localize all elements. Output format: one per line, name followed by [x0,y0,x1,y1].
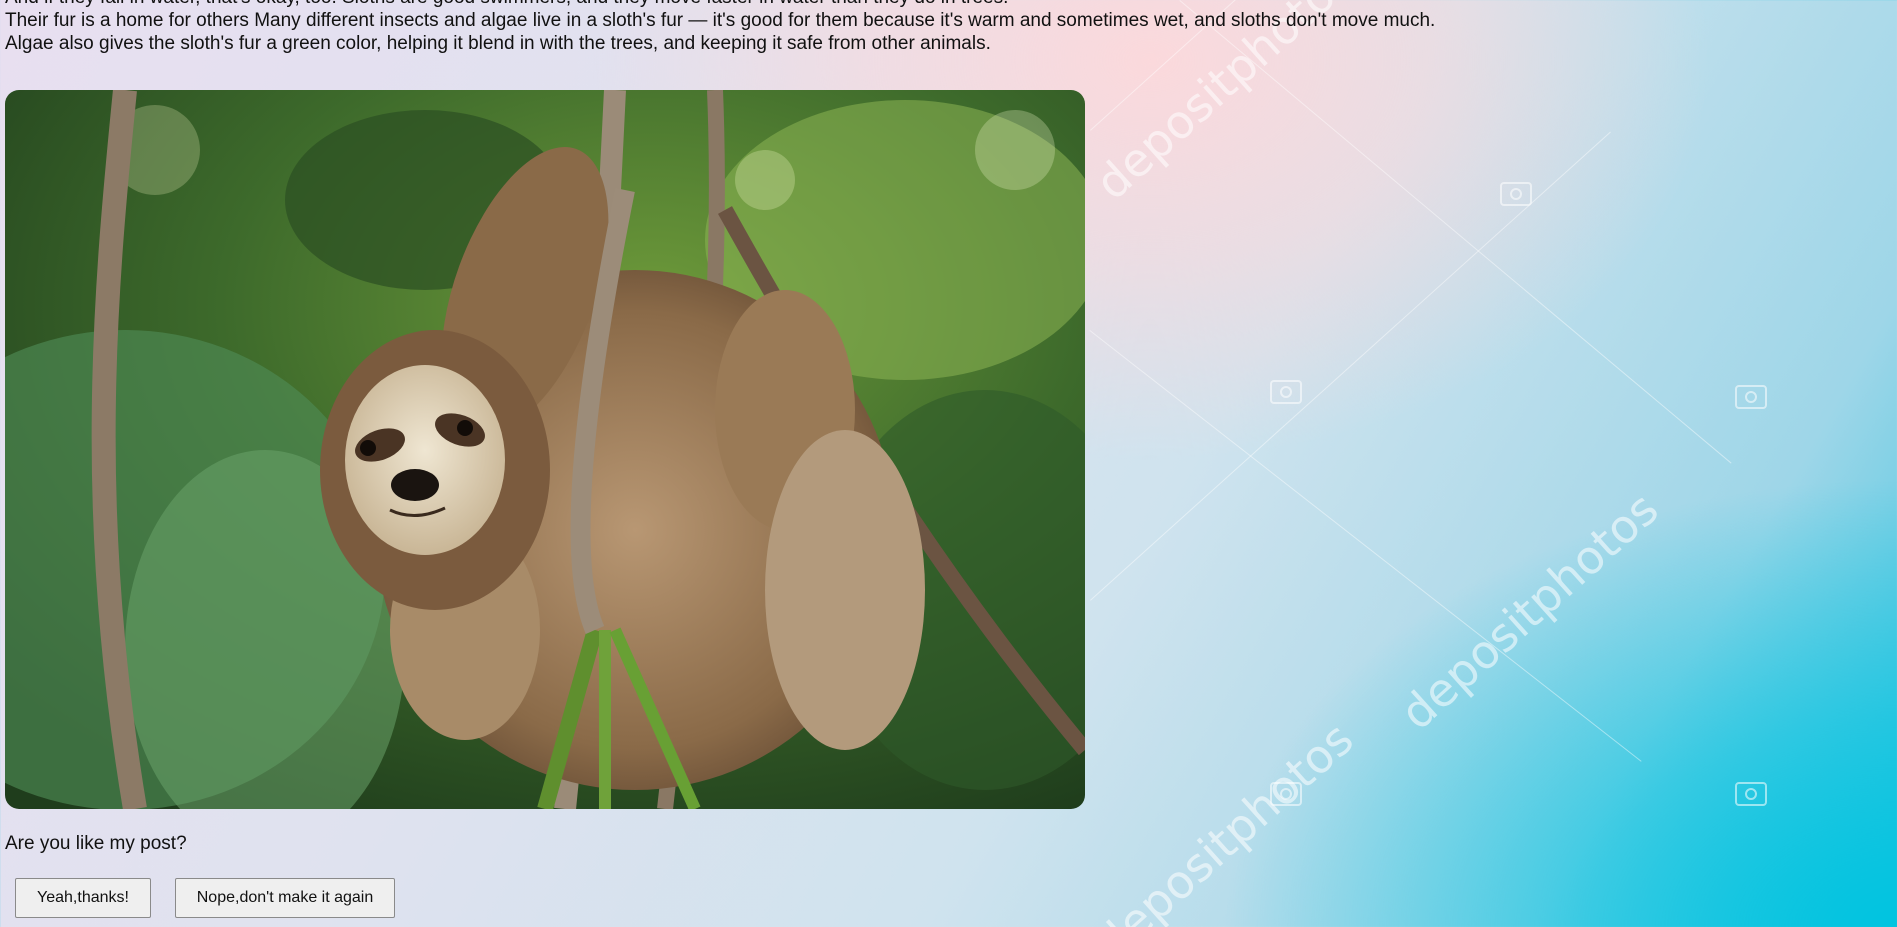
article-partial-line: And if they fall in water, that's okay, … [5,0,1435,9]
camera-icon [1270,380,1302,404]
feedback-question: Are you like my post? [5,833,187,854]
article-line-1: Their fur is a home for others Many diff… [5,10,1436,31]
camera-icon [1500,182,1532,206]
camera-icon [1735,385,1767,409]
camera-icon [1735,782,1767,806]
article-line-2: Algae also gives the sloth's fur a green… [5,33,991,54]
watermark-text: depositphotos [1085,711,1364,927]
watermark-line [1089,330,1642,762]
camera-icon [1270,782,1302,806]
watermark-text: depositphotos [1390,481,1669,741]
yes-thanks-button[interactable]: Yeah,thanks! [15,878,151,918]
no-dont-button[interactable]: Nope,don't make it again [175,878,395,918]
watermark-line [1179,0,1732,464]
sloth-photo [5,90,1085,809]
article-text: And if they fall in water, that's okay, … [5,0,1435,55]
watermark-line [1090,131,1611,601]
